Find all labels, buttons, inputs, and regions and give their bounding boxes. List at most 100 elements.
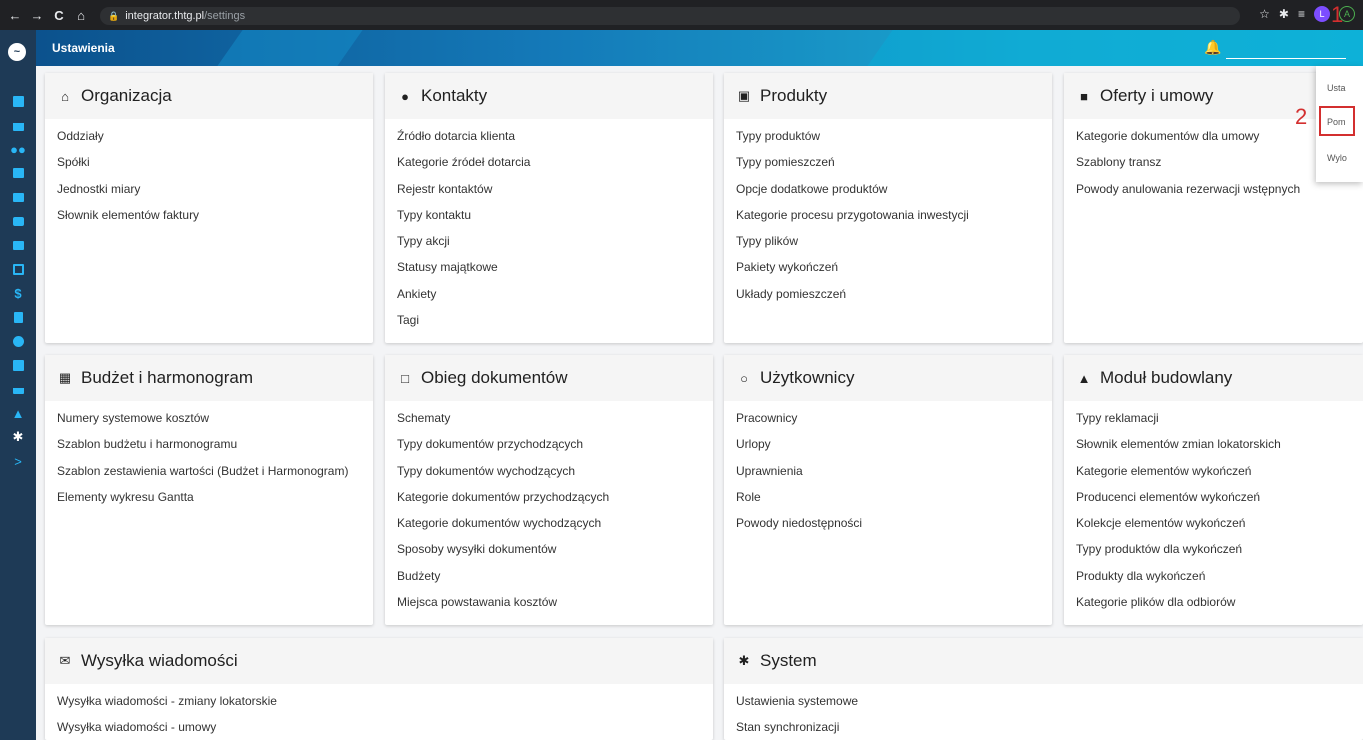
warning-icon[interactable]: ▲ bbox=[6, 404, 30, 422]
document-icon[interactable] bbox=[6, 308, 30, 326]
settings-gear-icon[interactable]: ✱ bbox=[6, 428, 30, 446]
settings-link[interactable]: Kategorie plików dla odbiorów bbox=[1076, 593, 1363, 619]
folder-icon[interactable] bbox=[6, 236, 30, 254]
building-icon[interactable] bbox=[6, 164, 30, 182]
profile-avatar[interactable]: L bbox=[1314, 6, 1330, 22]
dashboard-icon[interactable] bbox=[6, 92, 30, 110]
settings-link[interactable]: Urlopy bbox=[736, 435, 1052, 461]
expand-sidebar-button[interactable]: > bbox=[6, 452, 30, 470]
settings-link[interactable]: Miejsca powstawania kosztów bbox=[397, 593, 713, 619]
settings-link[interactable]: Typy produktów dla wykończeń bbox=[1076, 540, 1363, 566]
settings-link[interactable]: Słownik elementów faktury bbox=[57, 206, 373, 232]
back-button[interactable]: ← bbox=[4, 8, 26, 23]
settings-link[interactable]: Kategorie elementów wykończeń bbox=[1076, 462, 1363, 488]
card-links: Źródło dotarcia klienta Kategorie źródeł… bbox=[385, 119, 713, 337]
settings-link[interactable]: Wysyłka wiadomości - umowy bbox=[57, 718, 713, 740]
settings-link[interactable]: Powody anulowania rezerwacji wstępnych bbox=[1076, 180, 1363, 206]
settings-link[interactable]: Źródło dotarcia klienta bbox=[397, 127, 713, 153]
settings-link[interactable]: Role bbox=[736, 488, 1052, 514]
settings-link[interactable]: Budżety bbox=[397, 567, 713, 593]
settings-link[interactable]: Szablon zestawienia wartości (Budżet i H… bbox=[57, 462, 373, 488]
settings-link[interactable]: Kategorie źródeł dotarcia bbox=[397, 153, 713, 179]
card-organizacja: ⌂ Organizacja Oddziały Spółki Jednostki … bbox=[45, 73, 373, 343]
pie-chart-icon[interactable] bbox=[6, 332, 30, 350]
card-wysylka-wiadomosci: ✉ Wysyłka wiadomości Wysyłka wiadomości … bbox=[45, 638, 713, 740]
settings-link[interactable]: Schematy bbox=[397, 409, 713, 435]
bookmark-star-icon[interactable]: ☆ bbox=[1259, 7, 1270, 21]
settings-link[interactable]: Jednostki miary bbox=[57, 180, 373, 206]
card-budzet-i-harmonogram: ▦ Budżet i harmonogram Numery systemowe … bbox=[45, 355, 373, 625]
settings-link[interactable]: Tagi bbox=[397, 311, 713, 337]
briefcase-icon[interactable] bbox=[6, 212, 30, 230]
card-icon[interactable] bbox=[6, 380, 30, 398]
settings-link[interactable]: Typy kontaktu bbox=[397, 206, 713, 232]
annotation-highlight-box bbox=[1319, 106, 1355, 136]
settings-link[interactable]: Opcje dodatkowe produktów bbox=[736, 180, 1052, 206]
settings-link[interactable]: Ustawienia systemowe bbox=[736, 692, 1363, 718]
settings-link[interactable]: Szablon budżetu i harmonogramu bbox=[57, 435, 373, 461]
settings-link[interactable]: Uprawnienia bbox=[736, 462, 1052, 488]
settings-link[interactable]: Słownik elementów zmian lokatorskich bbox=[1076, 435, 1363, 461]
settings-link[interactable]: Typy akcji bbox=[397, 232, 713, 258]
calendar-icon[interactable] bbox=[6, 116, 30, 134]
bell-icon[interactable]: 🔔 bbox=[1204, 39, 1221, 56]
bar-chart-icon[interactable] bbox=[6, 356, 30, 374]
app-logo[interactable]: ~ bbox=[8, 43, 26, 61]
url-path: /settings bbox=[204, 10, 246, 22]
dropdown-item-settings[interactable]: Usta bbox=[1327, 83, 1363, 93]
card-produkty: ▣ Produkty Typy produktów Typy pomieszcz… bbox=[724, 73, 1052, 343]
address-bar[interactable]: 🔒 integrator.thtg.pl /settings bbox=[100, 7, 1240, 25]
settings-link[interactable]: Typy dokumentów wychodzących bbox=[397, 462, 713, 488]
settings-link[interactable]: Typy dokumentów przychodzących bbox=[397, 435, 713, 461]
settings-link[interactable]: Statusy majątkowe bbox=[397, 258, 713, 284]
settings-link[interactable]: Oddziały bbox=[57, 127, 373, 153]
card-header: ▣ Produkty bbox=[724, 73, 1052, 119]
card-links: Typy produktów Typy pomieszczeń Opcje do… bbox=[724, 119, 1052, 311]
settings-link[interactable]: Typy reklamacji bbox=[1076, 409, 1363, 435]
inbox-icon[interactable] bbox=[6, 260, 30, 278]
reload-button[interactable]: C bbox=[48, 8, 70, 23]
app-header: Ustawienia 🔔 bbox=[0, 30, 1363, 66]
settings-link[interactable]: Spółki bbox=[57, 153, 373, 179]
settings-link[interactable]: Pakiety wykończeń bbox=[736, 258, 1052, 284]
card-header: □ Obieg dokumentów bbox=[385, 355, 713, 401]
settings-link[interactable]: Typy pomieszczeń bbox=[736, 153, 1052, 179]
settings-link[interactable]: Typy produktów bbox=[736, 127, 1052, 153]
store-icon[interactable] bbox=[6, 188, 30, 206]
settings-link[interactable]: Kategorie dokumentów przychodzących bbox=[397, 488, 713, 514]
settings-link[interactable]: Numery systemowe kosztów bbox=[57, 409, 373, 435]
card-uzytkownicy: ○ Użytkownicy Pracownicy Urlopy Uprawnie… bbox=[724, 355, 1052, 625]
card-title: System bbox=[760, 651, 817, 670]
user-menu-trigger[interactable] bbox=[1226, 58, 1346, 59]
settings-link[interactable]: Elementy wykresu Gantta bbox=[57, 488, 373, 514]
settings-link[interactable]: Stan synchronizacji bbox=[736, 718, 1363, 740]
settings-link[interactable]: Powody niedostępności bbox=[736, 514, 1052, 540]
header-decoration bbox=[217, 30, 363, 66]
home-button[interactable]: ⌂ bbox=[70, 8, 92, 23]
settings-link[interactable]: Sposoby wysyłki dokumentów bbox=[397, 540, 713, 566]
settings-link[interactable]: Produkty dla wykończeń bbox=[1076, 567, 1363, 593]
extensions-icon[interactable]: ✱ bbox=[1279, 7, 1289, 21]
header-decoration bbox=[867, 30, 1363, 66]
settings-link[interactable]: Kolekcje elementów wykończeń bbox=[1076, 514, 1363, 540]
dollar-icon[interactable]: $ bbox=[6, 284, 30, 302]
settings-link[interactable]: Rejestr kontaktów bbox=[397, 180, 713, 206]
settings-link[interactable]: Pracownicy bbox=[736, 409, 1052, 435]
settings-link[interactable]: Producenci elementów wykończeń bbox=[1076, 488, 1363, 514]
settings-link[interactable]: Ankiety bbox=[397, 285, 713, 311]
reading-list-icon[interactable]: ≡ bbox=[1298, 7, 1305, 21]
forward-button[interactable]: → bbox=[26, 8, 48, 23]
settings-link[interactable]: Kategorie procesu przygotowania inwestyc… bbox=[736, 206, 1052, 232]
warning-icon: ▲ bbox=[1077, 370, 1091, 386]
people-icon[interactable]: ●● bbox=[6, 140, 30, 158]
settings-link[interactable]: Wysyłka wiadomości - zmiany lokatorskie bbox=[57, 692, 713, 718]
card-kontakty: ● Kontakty Źródło dotarcia klienta Kateg… bbox=[385, 73, 713, 343]
settings-link[interactable]: Układy pomieszczeń bbox=[736, 285, 1052, 311]
card-title: Organizacja bbox=[81, 86, 172, 105]
settings-link[interactable]: Kategorie dokumentów wychodzących bbox=[397, 514, 713, 540]
card-header: ▲ Moduł budowlany bbox=[1064, 355, 1363, 401]
dropdown-item-logout[interactable]: Wylo bbox=[1327, 153, 1363, 163]
settings-link[interactable]: Typy plików bbox=[736, 232, 1052, 258]
person-icon: ● bbox=[401, 88, 409, 104]
building-icon: ▦ bbox=[58, 370, 72, 385]
